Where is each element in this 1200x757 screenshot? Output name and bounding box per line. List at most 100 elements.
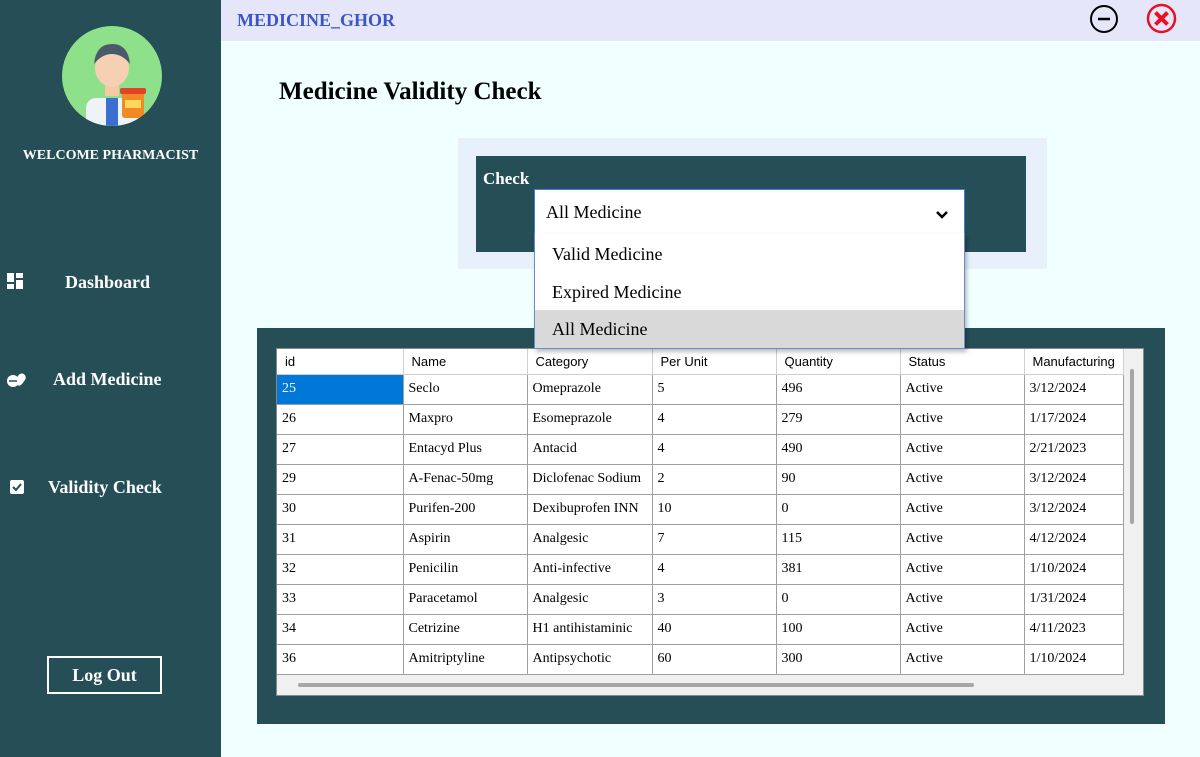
table-row[interactable]: 32 Penicilin Anti-infective 4 381 Active 1/10/… <box>277 554 1124 585</box>
table-cell[interactable]: 4 <box>652 554 777 585</box>
logout-button[interactable]: Log Out <box>47 656 162 694</box>
table-row[interactable]: 31 Aspirin Analgesic 7 115 Active 4/12/2024 <box>277 524 1124 555</box>
column-header-status[interactable]: Status <box>900 349 1025 375</box>
table-cell[interactable]: Active <box>900 614 1025 645</box>
sidebar-item-validity-check[interactable]: Validity Check <box>0 467 221 507</box>
table-cell[interactable]: Active <box>900 374 1025 405</box>
option-expired-medicine[interactable]: Expired Medicine <box>535 273 964 311</box>
table-cell[interactable]: Maxpro <box>403 404 528 435</box>
table-cell[interactable]: 2/21/2023 <box>1024 434 1124 465</box>
table-cell[interactable]: Active <box>900 494 1025 525</box>
validity-select[interactable]: All Medicine <box>534 189 965 234</box>
column-header-quantity[interactable]: Quantity <box>776 349 901 375</box>
table-row[interactable]: 33 Paracetamol Analgesic 3 0 Active 1/31/2024 <box>277 584 1124 615</box>
table-cell[interactable]: 10 <box>652 494 777 525</box>
table-cell[interactable]: 381 <box>776 554 901 585</box>
close-icon[interactable] <box>1146 3 1177 34</box>
table-cell[interactable]: Analgesic <box>527 524 653 555</box>
table-row[interactable]: 27 Entacyd Plus Antacid 4 490 Active 2/21/2023 <box>277 434 1124 465</box>
table-cell[interactable]: 27 <box>277 434 404 465</box>
table-row[interactable]: 34 Cetrizine H1 antihistaminic 40 100 Active 4… <box>277 614 1124 645</box>
table-cell[interactable]: Active <box>900 434 1025 465</box>
table-cell[interactable]: Active <box>900 524 1025 555</box>
table-cell[interactable]: 4/11/2023 <box>1024 614 1124 645</box>
table-cell[interactable]: 496 <box>776 374 901 405</box>
table-cell[interactable]: Omeprazole <box>527 374 653 405</box>
table-cell[interactable]: 3/12/2024 <box>1024 374 1124 405</box>
table-cell[interactable]: 29 <box>277 464 404 495</box>
table-cell[interactable]: Seclo <box>403 374 528 405</box>
table-row[interactable]: 30 Purifen-200 Dexibuprofen INN 10 0 Active 3/… <box>277 494 1124 525</box>
table-cell[interactable]: 3/12/2024 <box>1024 464 1124 495</box>
table-cell[interactable]: 1/31/2024 <box>1024 584 1124 615</box>
table-cell[interactable]: 33 <box>277 584 404 615</box>
table-row[interactable]: 26 Maxpro Esomeprazole 4 279 Active 1/17/2024 <box>277 404 1124 435</box>
table-cell[interactable]: 4 <box>652 404 777 435</box>
table-cell[interactable]: 31 <box>277 524 404 555</box>
table-cell[interactable]: H1 antihistaminic <box>527 614 653 645</box>
vertical-scrollbar[interactable] <box>1130 369 1134 524</box>
table-cell[interactable]: Analgesic <box>527 584 653 615</box>
table-cell[interactable]: 1/17/2024 <box>1024 404 1124 435</box>
table-cell[interactable]: 4 <box>652 434 777 465</box>
table-cell[interactable]: Penicilin <box>403 554 528 585</box>
option-all-medicine[interactable]: All Medicine <box>535 310 964 348</box>
table-cell[interactable]: 4/12/2024 <box>1024 524 1124 555</box>
table-cell[interactable]: Esomeprazole <box>527 404 653 435</box>
table-cell[interactable]: Cetrizine <box>403 614 528 645</box>
table-cell[interactable]: Antacid <box>527 434 653 465</box>
table-cell[interactable]: Amitriptyline <box>403 644 528 675</box>
table-cell[interactable]: 0 <box>776 584 901 615</box>
table-cell[interactable]: 0 <box>776 494 901 525</box>
table-cell[interactable]: 7 <box>652 524 777 555</box>
table-cell[interactable]: 2 <box>652 464 777 495</box>
table-cell[interactable]: 32 <box>277 554 404 585</box>
table-cell[interactable]: Diclofenac Sodium <box>527 464 653 495</box>
table-row[interactable]: 29 A-Fenac-50mg Diclofenac Sodium 2 90 Active… <box>277 464 1124 495</box>
table-row[interactable]: 36 Amitriptyline Antipsychotic 60 300 Active 1… <box>277 644 1124 675</box>
table-cell[interactable]: Active <box>900 554 1025 585</box>
medicine-table[interactable]: id Name Category Per Unit Quantity Statu… <box>276 348 1144 696</box>
table-cell[interactable]: 300 <box>776 644 901 675</box>
table-cell[interactable]: Aspirin <box>403 524 528 555</box>
table-cell[interactable]: 3/12/2024 <box>1024 494 1124 525</box>
sidebar-item-dashboard[interactable]: Dashboard <box>0 262 221 302</box>
column-header-per-unit[interactable]: Per Unit <box>652 349 777 375</box>
table-cell[interactable]: Purifen-200 <box>403 494 528 525</box>
sidebar-item-add-medicine[interactable]: Add Medicine <box>0 359 221 399</box>
table-cell[interactable]: 60 <box>652 644 777 675</box>
table-cell[interactable]: Active <box>900 584 1025 615</box>
table-cell[interactable]: Active <box>900 464 1025 495</box>
horizontal-scrollbar[interactable] <box>298 683 974 687</box>
option-valid-medicine[interactable]: Valid Medicine <box>535 235 964 273</box>
table-cell[interactable]: Antipsychotic <box>527 644 653 675</box>
table-cell[interactable]: 36 <box>277 644 404 675</box>
table-cell[interactable]: Dexibuprofen INN <box>527 494 653 525</box>
table-cell[interactable]: A-Fenac-50mg <box>403 464 528 495</box>
table-row[interactable]: 25 Seclo Omeprazole 5 496 Active 3/12/2024 <box>277 374 1124 405</box>
table-cell[interactable]: 279 <box>776 404 901 435</box>
table-cell[interactable]: 30 <box>277 494 404 525</box>
table-cell[interactable]: 5 <box>652 374 777 405</box>
table-cell[interactable]: 40 <box>652 614 777 645</box>
column-header-manufacturing[interactable]: Manufacturing <box>1024 349 1124 375</box>
table-cell[interactable]: 3 <box>652 584 777 615</box>
table-cell[interactable]: 490 <box>776 434 901 465</box>
column-header-id[interactable]: id <box>277 349 404 375</box>
table-cell[interactable]: Active <box>900 404 1025 435</box>
table-cell[interactable]: 26 <box>277 404 404 435</box>
column-header-name[interactable]: Name <box>403 349 528 375</box>
table-cell[interactable]: 25 <box>277 374 404 405</box>
minimize-icon[interactable] <box>1089 4 1119 34</box>
table-cell[interactable]: 1/10/2024 <box>1024 644 1124 675</box>
table-cell[interactable]: 115 <box>776 524 901 555</box>
table-cell[interactable]: Anti-infective <box>527 554 653 585</box>
table-cell[interactable]: 90 <box>776 464 901 495</box>
table-cell[interactable]: Active <box>900 644 1025 675</box>
table-cell[interactable]: 1/10/2024 <box>1024 554 1124 585</box>
table-cell[interactable]: Entacyd Plus <box>403 434 528 465</box>
table-cell[interactable]: Paracetamol <box>403 584 528 615</box>
table-cell[interactable]: 100 <box>776 614 901 645</box>
column-header-category[interactable]: Category <box>527 349 653 375</box>
table-cell[interactable]: 34 <box>277 614 404 645</box>
